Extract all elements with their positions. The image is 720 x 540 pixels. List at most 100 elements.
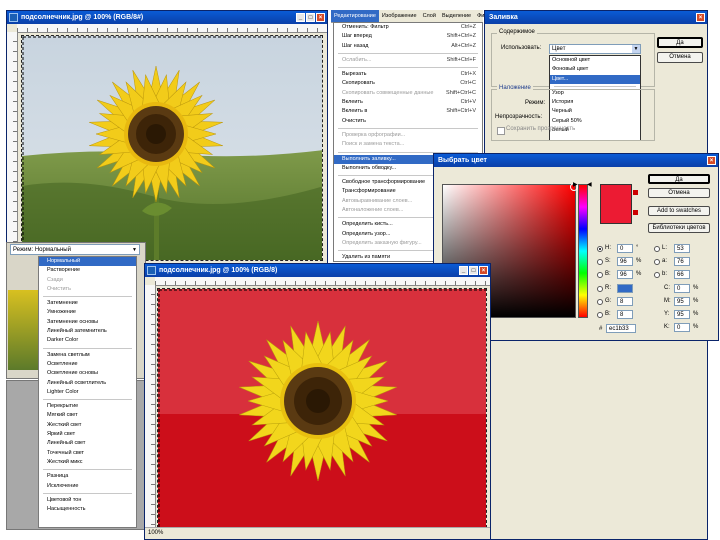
use-select[interactable]: Цвет ▼ bbox=[549, 44, 641, 54]
warning-cube-icon[interactable] bbox=[633, 190, 638, 195]
field-l[interactable]: 53 bbox=[674, 244, 690, 253]
radio-bb[interactable] bbox=[597, 312, 603, 318]
blend-mode-item[interactable]: Разница bbox=[39, 472, 136, 481]
blend-mode-item[interactable]: Растворение bbox=[39, 266, 136, 275]
blend-mode-item[interactable]: Линейный осветлитель bbox=[39, 379, 136, 388]
field-y[interactable]: 95 bbox=[674, 310, 690, 319]
slider-arrow-left-icon[interactable]: ▶ bbox=[573, 181, 578, 188]
maximize-icon[interactable]: □ bbox=[469, 266, 478, 275]
field-a[interactable]: 76 bbox=[674, 257, 690, 266]
radio-lab-b[interactable] bbox=[654, 272, 660, 278]
color-picker-titlebar[interactable]: Выбрать цвет × bbox=[434, 154, 718, 167]
radio-r[interactable] bbox=[597, 286, 603, 292]
use-option[interactable]: Цвет... bbox=[550, 74, 640, 84]
blend-mode-item[interactable]: Жесткий свет bbox=[39, 421, 136, 430]
vertical-ruler bbox=[7, 32, 18, 255]
blend-mode-item[interactable]: Яркий свет bbox=[39, 430, 136, 439]
edit-menu-item[interactable]: Шаг назад Alt+Ctrl+Z bbox=[334, 42, 482, 51]
blend-mode-item[interactable]: Умножение bbox=[39, 308, 136, 317]
blend-mode-item[interactable]: Darker Color bbox=[39, 336, 136, 345]
maximize-icon[interactable]: □ bbox=[306, 13, 315, 22]
blend-mode-item[interactable]: Осветление bbox=[39, 360, 136, 369]
field-b[interactable]: 96 bbox=[617, 270, 633, 279]
use-option[interactable]: Основной цвет bbox=[550, 56, 640, 65]
close-icon[interactable]: × bbox=[696, 13, 705, 22]
edit-menu-item[interactable]: Очистить bbox=[334, 117, 482, 126]
blend-mode-item[interactable]: Исключение bbox=[39, 482, 136, 491]
menu-edit[interactable]: Редактирование bbox=[331, 10, 379, 22]
edit-menu-item[interactable]: Скопировать Ctrl+C bbox=[334, 79, 482, 88]
field-hex[interactable]: ec1b33 bbox=[606, 324, 636, 333]
close-icon[interactable]: × bbox=[479, 266, 488, 275]
blend-mode-item-label: Сзади bbox=[47, 276, 63, 283]
add-to-swatches-button[interactable]: Add to swatches bbox=[648, 206, 710, 216]
edit-menu-item-label: Очистить bbox=[342, 117, 366, 124]
label-bb: B: bbox=[605, 311, 611, 317]
field-g[interactable]: 8 bbox=[617, 297, 633, 306]
blend-mode-item[interactable]: Затемнение bbox=[39, 299, 136, 308]
blend-mode-item[interactable]: Замена светлым bbox=[39, 351, 136, 360]
blend-mode-item[interactable]: Цветовой тон bbox=[39, 496, 136, 505]
blend-mode-item[interactable]: Насыщенность bbox=[39, 505, 136, 514]
minimize-icon[interactable]: _ bbox=[459, 266, 468, 275]
websafe-cube-icon[interactable] bbox=[633, 210, 638, 215]
image-canvas-filled[interactable] bbox=[157, 288, 487, 528]
use-option[interactable]: Фоновый цвет bbox=[550, 65, 640, 74]
fill-dialog-titlebar[interactable]: Заливка × bbox=[485, 11, 707, 24]
zoom-level[interactable]: 100% bbox=[148, 530, 163, 536]
image-canvas-original[interactable] bbox=[21, 35, 323, 261]
menu-image[interactable]: Изображение bbox=[379, 10, 420, 22]
hue-slider[interactable] bbox=[578, 184, 588, 318]
radio-l[interactable] bbox=[654, 246, 660, 252]
edit-menu-item[interactable]: Отменить: Фильтр Ctrl+Z bbox=[334, 23, 482, 32]
radio-a[interactable] bbox=[654, 259, 660, 265]
blend-mode-header[interactable]: Режим: Нормальный ▼ bbox=[10, 244, 140, 255]
minimize-icon[interactable]: _ bbox=[296, 13, 305, 22]
field-s[interactable]: 96 bbox=[617, 257, 633, 266]
field-h[interactable]: 0 bbox=[617, 244, 633, 253]
slider-arrow-right-icon[interactable]: ◀ bbox=[587, 181, 592, 188]
blend-mode-item[interactable]: Затемнение основы bbox=[39, 318, 136, 327]
blend-mode-item-label: Линейный свет bbox=[47, 440, 86, 447]
field-bb[interactable]: 8 bbox=[617, 310, 633, 319]
picker-ok-button[interactable]: Да bbox=[648, 174, 710, 184]
blend-mode-item[interactable]: Жесткий микс bbox=[39, 458, 136, 467]
edit-menu-item[interactable]: Вклеить в Shift+Ctrl+V bbox=[334, 107, 482, 116]
fill-ok-button[interactable]: Да bbox=[657, 37, 703, 48]
blend-mode-item[interactable]: Осветление основы bbox=[39, 369, 136, 378]
image-window-front-titlebar[interactable]: подсолнечник.jpg @ 100% (RGB/8) _ □ × bbox=[145, 264, 490, 277]
picker-cancel-button[interactable]: Отмена bbox=[648, 188, 710, 198]
image-window-back-titlebar[interactable]: подсолнечник.jpg @ 100% (RGB/8#) _ □ × bbox=[7, 11, 327, 24]
image-window-back[interactable]: подсолнечник.jpg @ 100% (RGB/8#) _ □ × bbox=[6, 10, 328, 268]
edit-menu-item[interactable]: Шаг вперед Shift+Ctrl+Z bbox=[334, 32, 482, 41]
field-lab-b[interactable]: 66 bbox=[674, 270, 690, 279]
radio-h[interactable] bbox=[597, 246, 603, 252]
menu-layer[interactable]: Слой bbox=[420, 10, 439, 22]
blend-mode-item[interactable]: Lighter Color bbox=[39, 388, 136, 397]
color-libraries-button[interactable]: Библиотеки цветов bbox=[648, 223, 710, 233]
field-r[interactable] bbox=[617, 284, 633, 293]
blend-mode-item-label: Жесткий свет bbox=[47, 421, 82, 428]
edit-menu-item[interactable]: Вклеить Ctrl+V bbox=[334, 98, 482, 107]
close-icon[interactable]: × bbox=[316, 13, 325, 22]
blend-mode-item[interactable]: Мягкий свет bbox=[39, 411, 136, 420]
close-icon[interactable]: × bbox=[707, 156, 716, 165]
field-k[interactable]: 0 bbox=[674, 323, 690, 332]
blend-mode-item[interactable]: Линейный свет bbox=[39, 439, 136, 448]
edit-menu-item[interactable]: Вырезать Ctrl+X bbox=[334, 70, 482, 79]
image-window-front[interactable]: подсолнечник.jpg @ 100% (RGB/8) _ □ × 10… bbox=[144, 263, 491, 540]
blend-mode-item[interactable]: Перекрытие bbox=[39, 402, 136, 411]
menu-select[interactable]: Выделение bbox=[439, 10, 474, 22]
blend-mode-item[interactable]: Линейный затемнитель bbox=[39, 327, 136, 336]
field-c[interactable]: 0 bbox=[674, 284, 690, 293]
radio-s[interactable] bbox=[597, 259, 603, 265]
field-m[interactable]: 95 bbox=[674, 297, 690, 306]
blend-mode-item[interactable]: Точечный свет bbox=[39, 449, 136, 458]
blend-mode-item[interactable]: Нормальный bbox=[39, 257, 136, 267]
blend-mode-item-label: Точечный свет bbox=[47, 449, 85, 456]
radio-b[interactable] bbox=[597, 272, 603, 278]
preserve-checkbox[interactable] bbox=[497, 127, 505, 135]
radio-g[interactable] bbox=[597, 299, 603, 305]
edit-menu-item-shortcut: Ctrl+V bbox=[460, 99, 476, 106]
fill-cancel-button[interactable]: Отмена bbox=[657, 52, 703, 63]
